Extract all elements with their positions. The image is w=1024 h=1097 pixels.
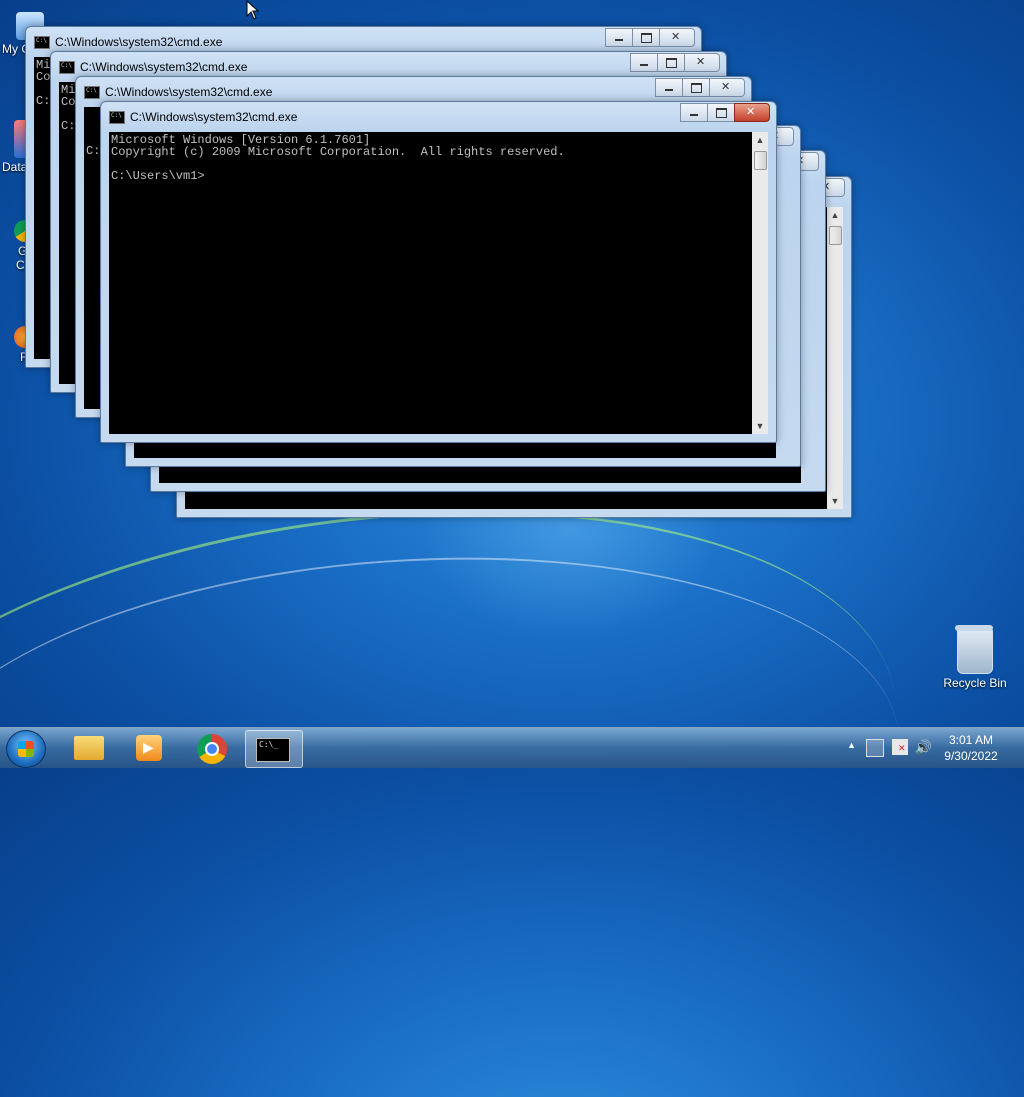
network-icon[interactable]	[866, 739, 884, 757]
recycle-bin-icon	[955, 625, 993, 674]
cmd-icon	[109, 111, 125, 124]
close-button[interactable]	[659, 28, 695, 47]
cmd-icon	[256, 738, 290, 762]
window-title: C:\Windows\system32\cmd.exe	[80, 60, 248, 74]
window-controls	[605, 28, 695, 47]
scroll-down-icon[interactable]: ▼	[752, 418, 768, 434]
scroll-down-icon[interactable]: ▼	[827, 493, 843, 509]
cmd-icon	[59, 61, 75, 74]
show-hidden-icons-icon[interactable]: ▲	[847, 740, 856, 750]
clock-time: 3:01 AM	[948, 733, 994, 747]
action-center-flag-icon[interactable]	[892, 739, 908, 755]
scroll-up-icon[interactable]: ▲	[827, 207, 843, 223]
taskbar-google-chrome[interactable]	[184, 730, 238, 766]
taskbar-command-prompt[interactable]	[245, 730, 303, 768]
close-button[interactable]	[734, 103, 770, 122]
media-player-icon	[136, 735, 162, 761]
window-controls	[680, 103, 770, 122]
window-controls	[655, 78, 745, 97]
vertical-scrollbar[interactable]: ▲ ▼	[827, 207, 843, 509]
scroll-thumb[interactable]	[829, 226, 842, 245]
desktop-icon-label: Recycle Bin	[943, 676, 1007, 690]
console-area[interactable]: Microsoft Windows [Version 6.1.7601] Copy…	[109, 132, 752, 434]
cmd-icon	[34, 36, 50, 49]
system-tray: ▲ 🔊 3:01 AM 9/30/2022	[824, 728, 1024, 768]
clock[interactable]: 3:01 AM 9/30/2022	[936, 732, 1006, 764]
minimize-button[interactable]	[680, 103, 708, 122]
maximize-button[interactable]	[657, 53, 685, 72]
window-controls	[630, 53, 720, 72]
title-bar[interactable]: C:\Windows\system32\cmd.exe	[101, 102, 776, 132]
maximize-button[interactable]	[682, 78, 710, 97]
window-title: C:\Windows\system32\cmd.exe	[55, 35, 223, 49]
chrome-icon	[197, 734, 227, 764]
speaker-icon[interactable]: 🔊	[915, 739, 932, 756]
desktop-icon-recycle-bin[interactable]: Recycle Bin	[940, 625, 1010, 690]
desktop-icon-label: Data	[2, 160, 28, 174]
taskbar-media-player[interactable]	[122, 730, 176, 766]
cmd-window-active[interactable]: C:\Windows\system32\cmd.exe Microsoft Wi…	[100, 101, 777, 443]
folder-icon	[74, 736, 104, 760]
vertical-scrollbar[interactable]: ▲ ▼	[752, 132, 768, 434]
minimize-button[interactable]	[655, 78, 683, 97]
start-button[interactable]	[6, 730, 46, 768]
minimize-button[interactable]	[605, 28, 633, 47]
taskbar: ▲ 🔊 3:01 AM 9/30/2022	[0, 727, 1024, 768]
cmd-icon	[84, 86, 100, 99]
clock-date: 9/30/2022	[944, 749, 998, 763]
console-prompt: C:\Users\vm1>	[111, 169, 205, 183]
mouse-cursor-icon	[246, 0, 260, 20]
minimize-button[interactable]	[630, 53, 658, 72]
maximize-button[interactable]	[707, 103, 735, 122]
taskbar-windows-explorer[interactable]	[62, 730, 116, 766]
scroll-thumb[interactable]	[754, 151, 767, 170]
close-button[interactable]	[709, 78, 745, 97]
console-line: Copyright (c) 2009 Microsoft Corporation…	[111, 145, 565, 159]
window-title: C:\Windows\system32\cmd.exe	[130, 110, 298, 124]
window-title: C:\Windows\system32\cmd.exe	[105, 85, 273, 99]
scroll-up-icon[interactable]: ▲	[752, 132, 768, 148]
maximize-button[interactable]	[632, 28, 660, 47]
close-button[interactable]	[684, 53, 720, 72]
